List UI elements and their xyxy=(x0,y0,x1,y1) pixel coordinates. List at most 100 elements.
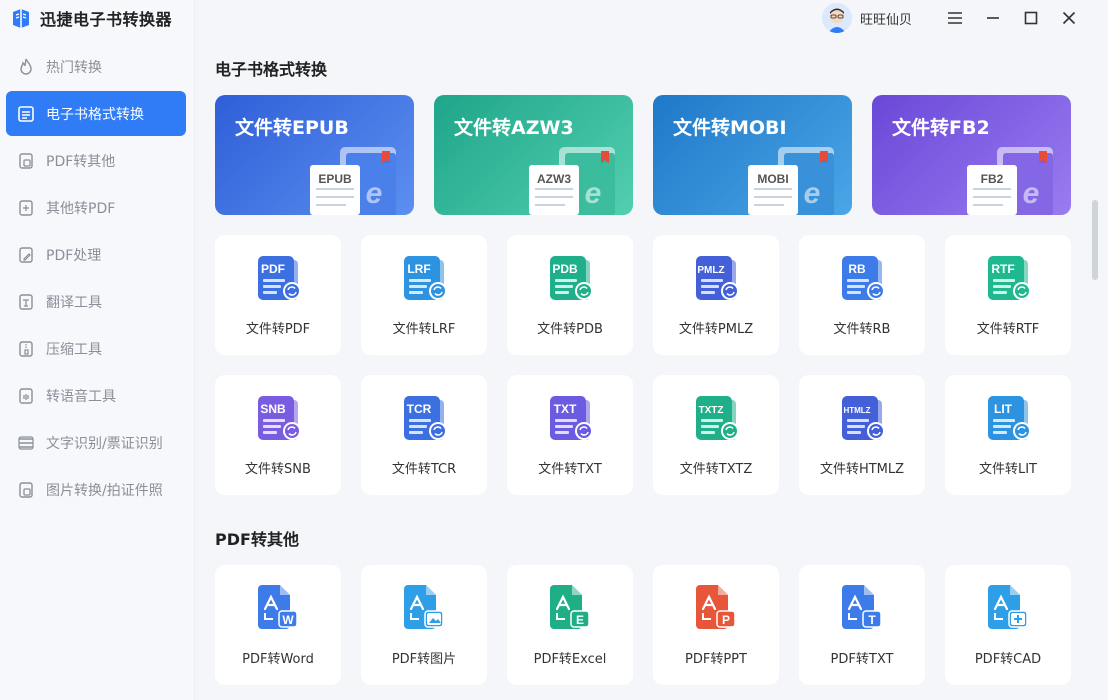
convert-card-lit[interactable]: LIT 文件转LIT xyxy=(945,375,1071,495)
sidebar-nav: 热门转换电子书格式转换 PDF转其他其他转PDF PDF处理翻译工具压缩工具 转语音工… xyxy=(6,44,186,514)
pdf-import-icon xyxy=(16,198,36,218)
convert-card-txtz[interactable]: TXTZ 文件转TXTZ xyxy=(653,375,779,495)
pdf-e-icon: E xyxy=(550,585,590,629)
pdf-convert-card-4[interactable]: T PDF转TXT xyxy=(799,565,925,685)
format-letter: P xyxy=(722,613,730,627)
sidebar-item-label: 文字识别/票证识别 xyxy=(46,435,163,452)
ebook-illustration-icon: e AZW3 xyxy=(529,145,621,215)
convert-card-label: 文件转TXTZ xyxy=(679,462,753,477)
convert-card-pmlz[interactable]: PMLZ 文件转PMLZ xyxy=(653,235,779,355)
convert-card-rb[interactable]: RB 文件转RB xyxy=(799,235,925,355)
convert-card-label: PDF转Excel xyxy=(533,652,607,667)
ebook-illustration-icon: e EPUB xyxy=(310,145,402,215)
ocr-icon xyxy=(16,433,36,453)
file-format-icon: PMLZ xyxy=(696,256,739,300)
pdf-cad-icon xyxy=(988,585,1028,629)
format-badge: LRF xyxy=(407,262,430,276)
format-letter: T xyxy=(868,613,876,627)
pdf-t-icon: T xyxy=(842,585,882,629)
sidebar-item-2[interactable]: PDF转其他 xyxy=(6,138,186,183)
format-badge: PDB xyxy=(552,262,578,276)
convert-card-tcr[interactable]: TCR 文件转TCR xyxy=(361,375,487,495)
format-badge: SNB xyxy=(260,402,286,416)
convert-card-label: 文件转PDF xyxy=(245,322,311,337)
sidebar-item-label: PDF转其他 xyxy=(46,153,116,170)
file-format-icon: LRF xyxy=(404,256,447,300)
convert-card-snb[interactable]: SNB 文件转SNB xyxy=(215,375,341,495)
convert-card-label: 文件转HTMLZ xyxy=(819,462,905,477)
pdf-convert-card-5[interactable]: PDF转CAD xyxy=(945,565,1071,685)
convert-card-label: 文件转LIT xyxy=(978,462,1038,477)
convert-card-label: PDF转CAD xyxy=(974,652,1042,667)
convert-card-label: 文件转TCR xyxy=(391,462,457,477)
file-format-icon: TXTZ xyxy=(696,396,739,440)
section-title-ebook: 电子书格式转换 xyxy=(215,60,328,79)
format-badge: RB xyxy=(848,262,866,276)
fire-icon xyxy=(16,57,36,77)
featured-card-azw3[interactable]: 文件转AZW3 e AZW3 xyxy=(434,95,633,215)
pdf-convert-card-3[interactable]: P PDF转PPT xyxy=(653,565,779,685)
compress-icon xyxy=(16,339,36,359)
ebook-illustration-icon: e FB2 xyxy=(967,145,1059,215)
pdf-export-icon xyxy=(16,151,36,171)
featured-card-title: 文件转AZW3 xyxy=(454,117,574,139)
pdf-image-icon xyxy=(404,585,444,629)
convert-card-label: 文件转RTF xyxy=(976,322,1040,337)
format-badge: LIT xyxy=(994,402,1013,416)
sidebar-item-7[interactable]: 转语音工具 xyxy=(6,373,186,418)
sidebar-item-4[interactable]: PDF处理 xyxy=(6,232,186,277)
format-letter: W xyxy=(282,613,294,627)
convert-card-label: PDF转PPT xyxy=(685,652,747,667)
svg-text:e: e xyxy=(585,177,602,210)
sidebar-item-1[interactable]: 电子书格式转换 xyxy=(6,91,186,136)
main-content: 电子书格式转换 文件转EPUB e EPUB 文件转AZW3 e AZW3 文件转MOBI e… xyxy=(195,0,1108,700)
pdf-w-icon: W xyxy=(258,585,298,629)
featured-card-mobi[interactable]: 文件转MOBI e MOBI xyxy=(653,95,852,215)
sidebar-item-3[interactable]: 其他转PDF xyxy=(6,185,186,230)
featured-card-title: 文件转EPUB xyxy=(235,117,349,139)
convert-card-htmlz[interactable]: HTMLZ 文件转HTMLZ xyxy=(799,375,925,495)
voice-icon xyxy=(16,386,36,406)
convert-card-pdb[interactable]: PDB 文件转PDB xyxy=(507,235,633,355)
pdf-convert-card-2[interactable]: E PDF转Excel xyxy=(507,565,633,685)
convert-card-label: 文件转PMLZ xyxy=(678,322,754,337)
convert-card-rtf[interactable]: RTF 文件转RTF xyxy=(945,235,1071,355)
svg-text:e: e xyxy=(1023,177,1040,210)
sidebar-item-label: 热门转换 xyxy=(46,59,102,76)
sidebar-item-label: 翻译工具 xyxy=(46,294,102,311)
convert-card-label: 文件转SNB xyxy=(245,462,311,477)
sidebar-item-9[interactable]: 图片转换/拍证件照 xyxy=(6,467,186,512)
convert-card-txt[interactable]: TXT 文件转TXT xyxy=(507,375,633,495)
format-badge: AZW3 xyxy=(537,172,571,186)
convert-card-label: 文件转RB xyxy=(833,322,891,337)
format-badge: HTMLZ xyxy=(843,406,870,415)
file-format-icon: TCR xyxy=(404,396,447,440)
file-format-icon: HTMLZ xyxy=(842,396,885,440)
format-badge: EPUB xyxy=(318,172,352,186)
sidebar-item-label: 电子书格式转换 xyxy=(46,106,144,123)
svg-text:e: e xyxy=(366,177,383,210)
sidebar-item-8[interactable]: 文字识别/票证识别 xyxy=(6,420,186,465)
convert-card-pdf[interactable]: PDF 文件转PDF xyxy=(215,235,341,355)
sidebar-item-6[interactable]: 压缩工具 xyxy=(6,326,186,371)
featured-card-fb2[interactable]: 文件转FB2 e FB2 xyxy=(872,95,1071,215)
section-title-pdf: PDF转其他 xyxy=(215,530,299,549)
file-format-icon: TXT xyxy=(550,396,593,440)
format-badge: TXTZ xyxy=(699,405,724,416)
translate-icon xyxy=(16,292,36,312)
featured-card-epub[interactable]: 文件转EPUB e EPUB xyxy=(215,95,414,215)
sidebar-item-0[interactable]: 热门转换 xyxy=(6,44,186,89)
pdf-convert-card-1[interactable]: PDF转图片 xyxy=(361,565,487,685)
vertical-scrollbar[interactable] xyxy=(1092,200,1098,280)
ebook-conversion-grid-row-2: SNB 文件转SNB TCR 文件转TCR TXT 文件转TXT TXTZ 文件转TXTZ HT… xyxy=(215,375,1071,495)
convert-card-lrf[interactable]: LRF 文件转LRF xyxy=(361,235,487,355)
file-format-icon: RTF xyxy=(988,256,1031,300)
pdf-p-icon: P xyxy=(696,585,736,629)
sidebar-item-label: 图片转换/拍证件照 xyxy=(46,482,163,499)
format-badge: PDF xyxy=(261,262,285,276)
format-letter: E xyxy=(576,613,584,627)
format-badge: RTF xyxy=(991,262,1014,276)
pdf-convert-card-0[interactable]: W PDF转Word xyxy=(215,565,341,685)
sidebar-item-label: PDF处理 xyxy=(46,247,102,264)
sidebar-item-5[interactable]: 翻译工具 xyxy=(6,279,186,324)
